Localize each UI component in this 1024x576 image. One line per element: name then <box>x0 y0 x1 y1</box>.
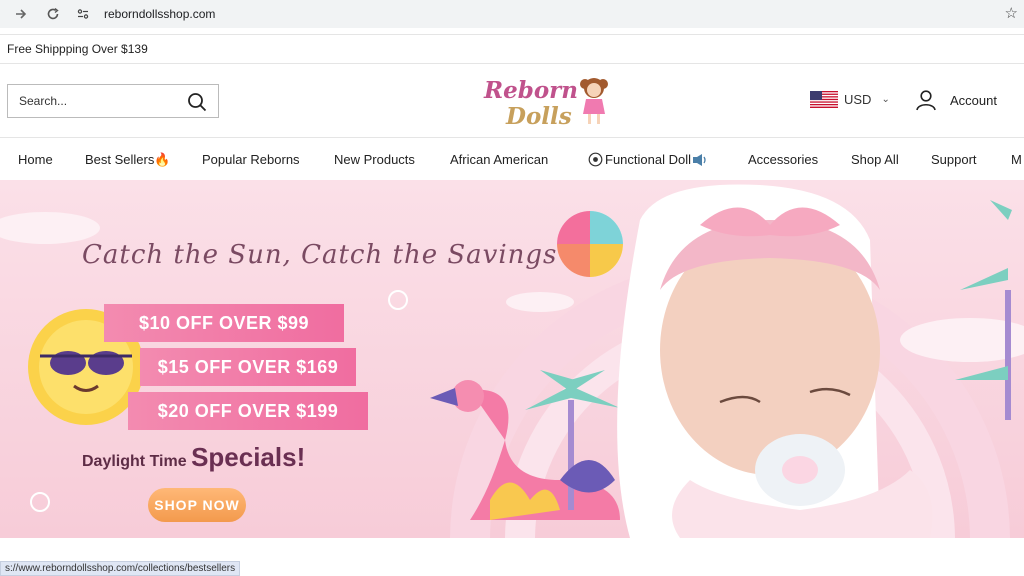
currency-selector[interactable]: USD ⌄ <box>810 91 890 108</box>
offer-text-3: $20 OFF OVER $199 <box>157 400 339 421</box>
baby-doll-photo <box>617 184 933 538</box>
browser-toolbar: reborndollsshop.com ☆ <box>0 0 1024 28</box>
nav-item-best-sellers[interactable]: Best Sellers🔥 <box>85 152 171 168</box>
account-label: Account <box>950 92 997 108</box>
logo-text-dolls: Dolls <box>505 103 572 130</box>
site-header: Search... Reborn Dolls USD ⌄ Account <box>0 64 1024 138</box>
banner-headline: Catch the Sun, Catch the Savings <box>82 240 558 270</box>
address-bar[interactable]: reborndollsshop.com <box>72 2 992 26</box>
announcement-bar: Free Shippping Over $139 <box>0 34 1024 64</box>
offer-text-1: $10 OFF OVER $99 <box>138 312 310 333</box>
nav-item-shop-all[interactable]: Shop All <box>851 152 899 167</box>
status-url-text: s://www.reborndollsshop.com/collections/… <box>5 563 236 574</box>
search-icon[interactable] <box>187 92 207 112</box>
offer-text-2: $15 OFF OVER $169 <box>157 356 339 377</box>
gear-icon <box>588 152 603 167</box>
beach-ball-icon <box>557 211 623 277</box>
daylight-big: Specials! <box>191 442 306 472</box>
offer-ribbon-2: $15 OFF OVER $169 <box>140 348 356 386</box>
announcement-text: Free Shippping Over $139 <box>7 42 148 56</box>
nav-item-new-products[interactable]: New Products <box>334 152 415 167</box>
star-icon[interactable]: ☆ <box>1005 4 1018 22</box>
currency-label: USD <box>844 92 872 107</box>
speaker-icon <box>693 153 706 166</box>
account-link[interactable]: Account <box>915 89 997 111</box>
nav-item-home[interactable]: Home <box>18 152 53 167</box>
reload-icon[interactable] <box>42 3 64 25</box>
nav-item-functional-doll[interactable]: Functional Doll <box>588 152 708 167</box>
offer-ribbon-1: $10 OFF OVER $99 <box>104 304 344 342</box>
doll-mascot-icon <box>580 78 608 124</box>
nav-item-more[interactable]: M <box>1011 152 1022 167</box>
shop-now-button[interactable]: SHOP NOW <box>148 488 246 522</box>
url-text: reborndollsshop.com <box>104 7 216 21</box>
offer-ribbon-3: $20 OFF OVER $199 <box>128 392 368 430</box>
main-nav: Home Best Sellers🔥 Popular Reborns New P… <box>0 138 1024 180</box>
daylight-prefix: Daylight Time <box>82 453 192 470</box>
status-url-bar: s://www.reborndollsshop.com/collections/… <box>0 561 241 576</box>
search-input[interactable]: Search... <box>7 84 219 118</box>
nav-item-popular-reborns[interactable]: Popular Reborns <box>202 152 300 167</box>
chevron-down-icon: ⌄ <box>881 94 890 105</box>
site-logo[interactable]: Reborn Dolls <box>478 72 614 132</box>
nav-item-african-american[interactable]: African American <box>450 152 548 167</box>
nav-item-support[interactable]: Support <box>931 152 977 167</box>
arrow-right-icon[interactable] <box>10 3 32 25</box>
nav-item-accessories[interactable]: Accessories <box>748 152 818 167</box>
shop-now-label: SHOP NOW <box>154 497 240 513</box>
hero-banner[interactable]: Catch the Sun, Catch the Savings $10 OFF… <box>0 180 1024 538</box>
site-info-icon[interactable] <box>72 3 94 25</box>
logo-text-reborn: Reborn <box>483 77 578 104</box>
us-flag-icon <box>810 91 838 108</box>
user-icon <box>916 90 936 111</box>
search-placeholder: Search... <box>19 94 68 108</box>
functional-doll-label: Functional Doll <box>605 152 691 167</box>
daylight-specials: Daylight Time Specials! <box>82 442 305 473</box>
